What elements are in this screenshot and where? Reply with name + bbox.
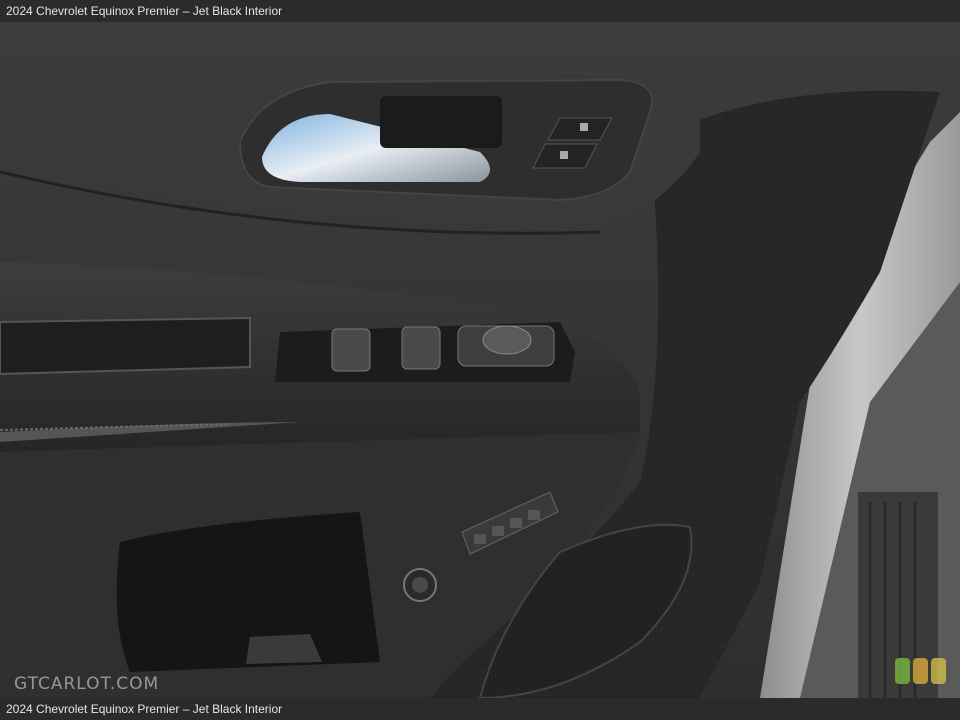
- dealer-badge: [895, 658, 946, 684]
- caption-title: 2024 Chevrolet Equinox Premier – Jet Bla…: [6, 4, 283, 18]
- badge-green: [895, 658, 910, 684]
- mirror-knob: [482, 325, 532, 355]
- caption-bottom: 2024 Chevrolet Equinox Premier – Jet Bla…: [0, 698, 960, 720]
- badge-yellow: [931, 658, 946, 684]
- watermark: GTCARLOT.COM: [14, 674, 160, 694]
- badge-orange: [913, 658, 928, 684]
- caption-top: 2024 Chevrolet Equinox Premier – Jet Bla…: [0, 0, 960, 22]
- door-panel-photo: [0, 22, 960, 698]
- caption-title-bottom: 2024 Chevrolet Equinox Premier – Jet Bla…: [6, 702, 283, 716]
- map-pocket: [116, 512, 381, 672]
- window-switch-rear: [401, 326, 441, 370]
- window-switch-front: [331, 328, 371, 372]
- grab-pocket: [0, 316, 251, 376]
- handle-pocket: [380, 96, 502, 148]
